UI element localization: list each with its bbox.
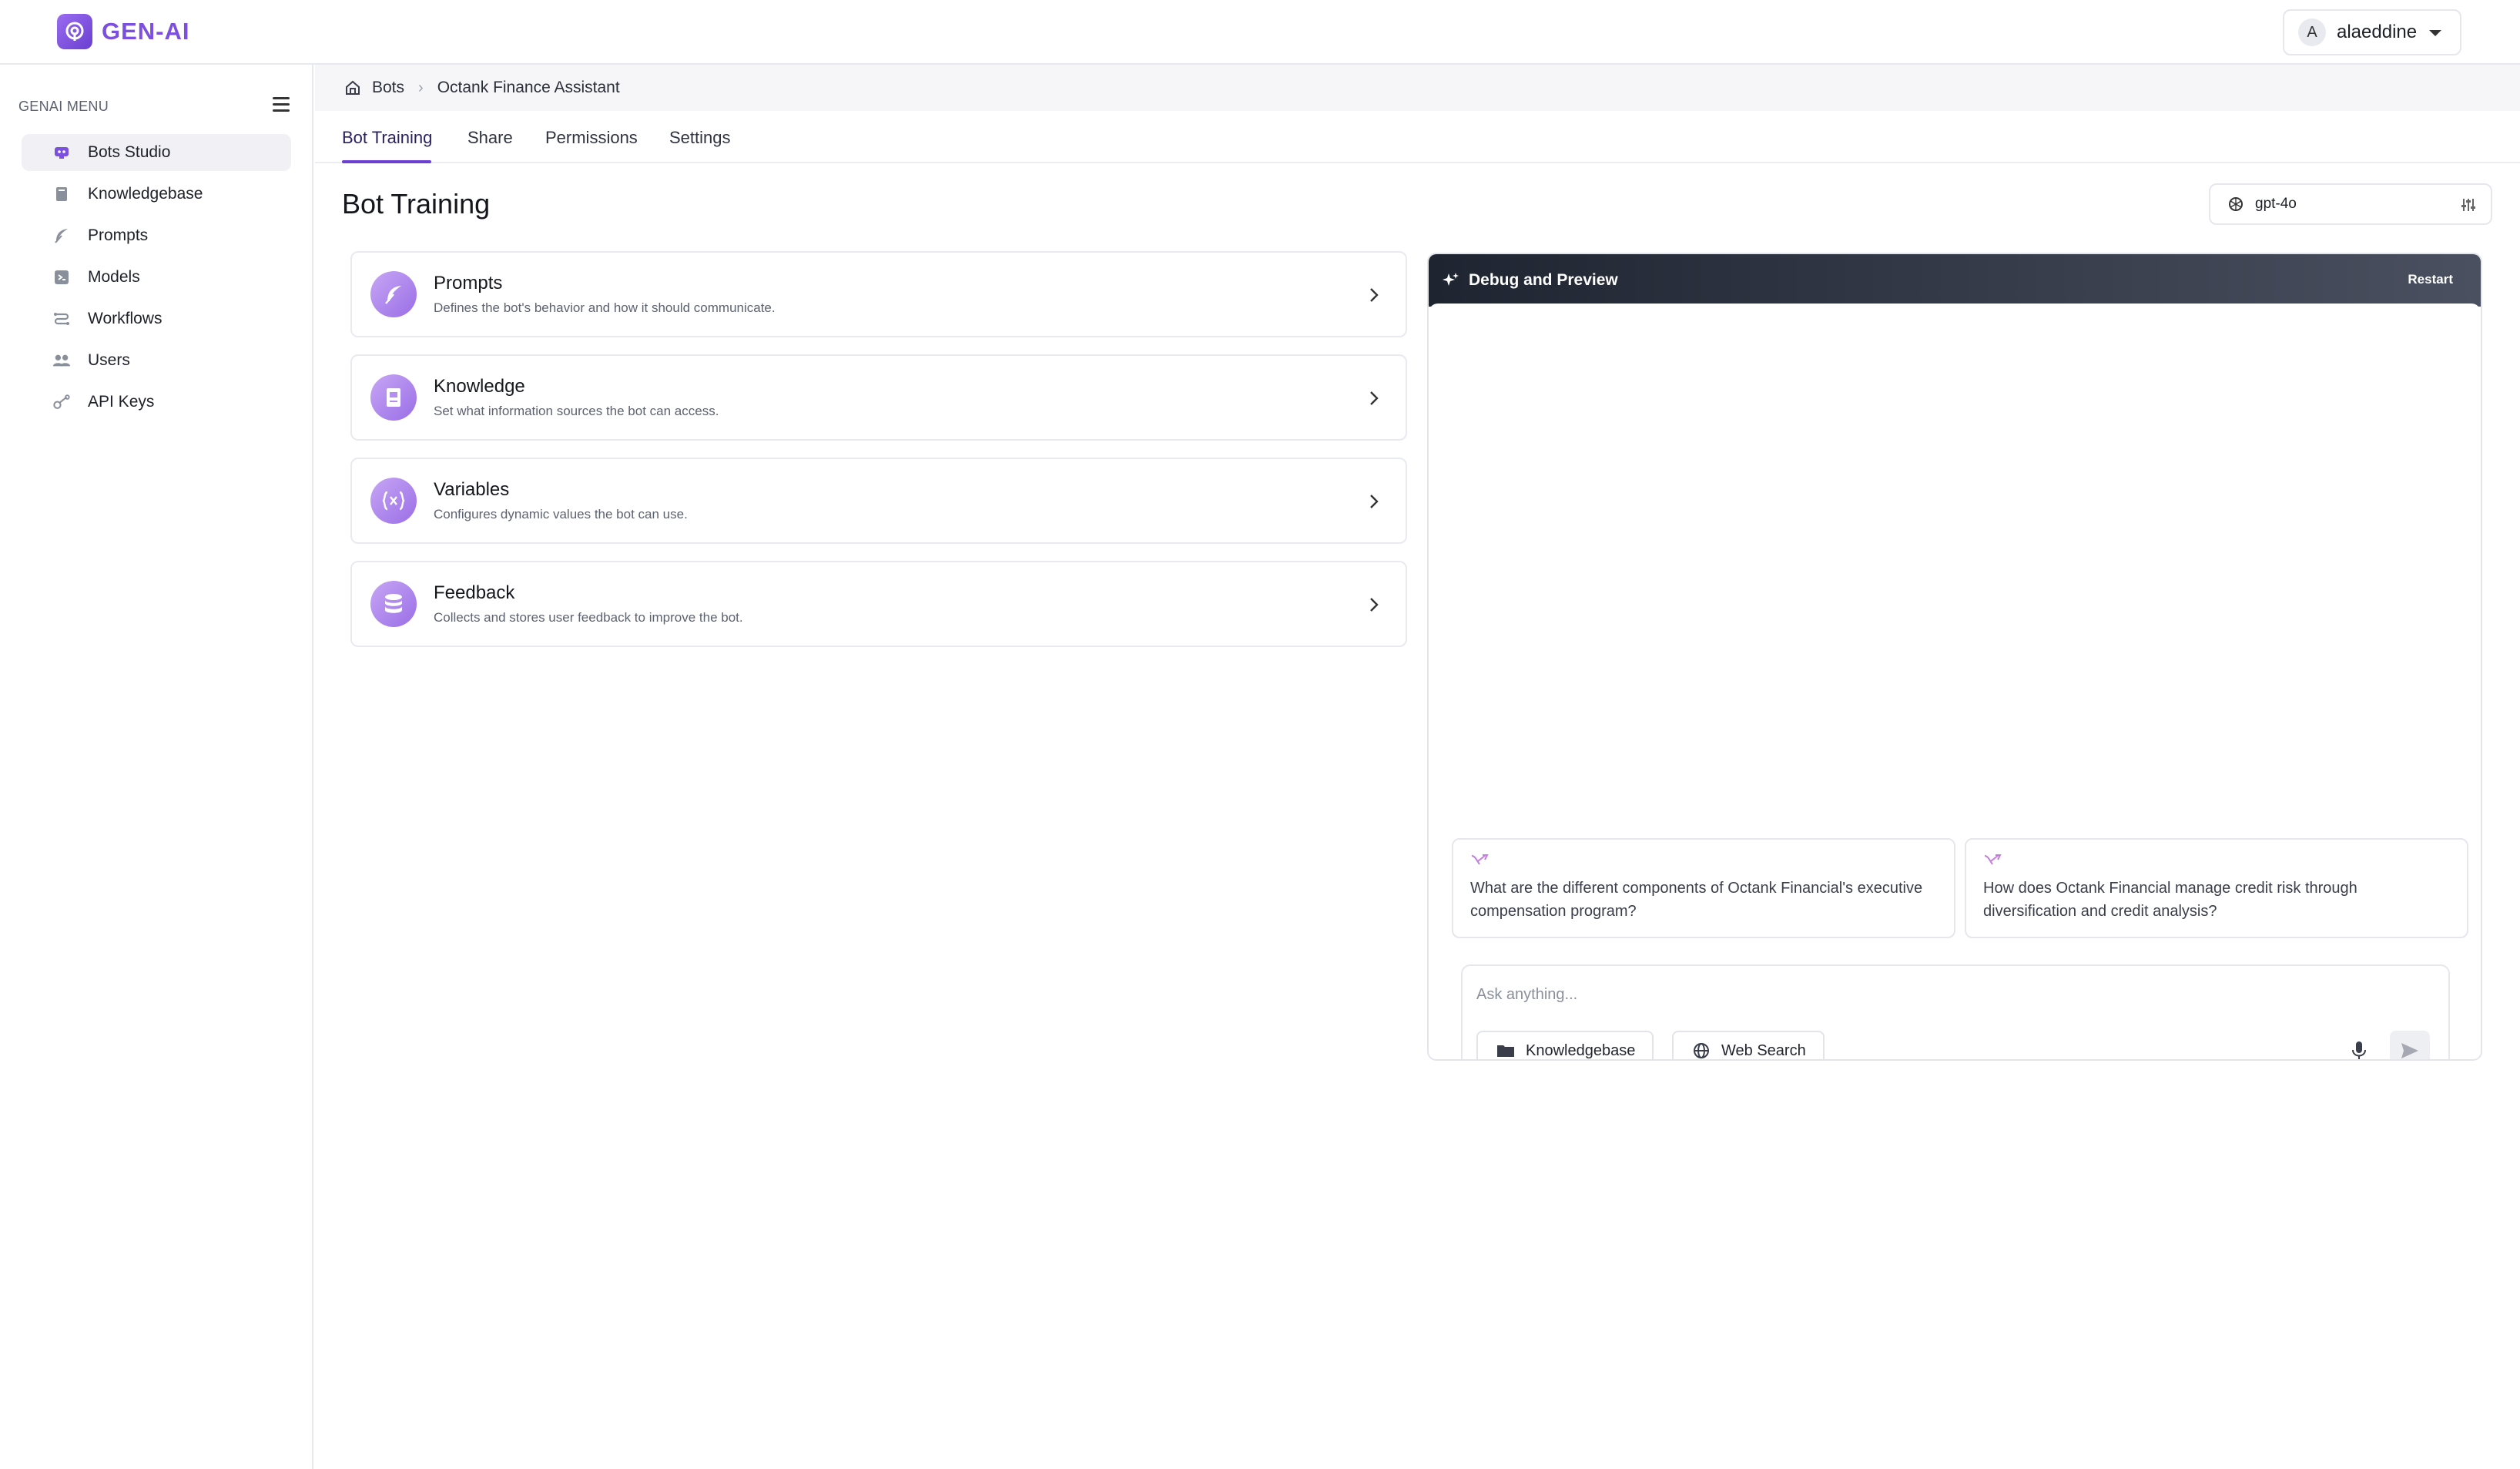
knowledgebase-toggle-button[interactable]: Knowledgebase — [1476, 1031, 1654, 1059]
tab-share[interactable]: Share — [467, 128, 513, 148]
card-description: Configures dynamic values the bot can us… — [434, 507, 688, 522]
book-icon — [52, 185, 71, 203]
card-description: Defines the bot's behavior and how it sh… — [434, 300, 776, 315]
sidebar-item-workflows[interactable]: Workflows — [22, 300, 291, 337]
chevron-right-icon: › — [418, 79, 424, 96]
model-icon — [52, 268, 71, 287]
debug-panel-title: Debug and Preview — [1469, 271, 1618, 289]
sidebar-item-label: API Keys — [88, 393, 155, 411]
suggestion-icon — [1983, 854, 2450, 867]
send-icon — [2400, 1041, 2420, 1059]
feather-icon — [370, 271, 417, 317]
sidebar-item-label: Models — [88, 268, 140, 286]
suggested-question[interactable]: How does Octank Financial manage credit … — [1965, 838, 2468, 938]
home-icon[interactable] — [344, 79, 361, 96]
page-title: Bot Training — [342, 188, 491, 220]
suggestion-text: How does Octank Financial manage credit … — [1983, 880, 2357, 920]
workflow-icon — [52, 310, 71, 328]
chevron-right-icon — [1369, 390, 1379, 411]
user-name: alaeddine — [2337, 22, 2418, 42]
ask-input[interactable] — [1476, 975, 2431, 1014]
sidebar-nav: Bots Studio Knowledgebase Prompts Models… — [22, 134, 291, 425]
sparkles-icon — [1443, 272, 1459, 289]
tab-bar: Bot Training Share Permissions Settings — [315, 111, 2520, 163]
bot-icon — [52, 143, 71, 162]
sidebar-item-label: Knowledgebase — [88, 185, 203, 203]
chip-label: Knowledgebase — [1526, 1041, 1636, 1059]
suggestion-icon — [1470, 854, 1937, 867]
active-tab-indicator — [342, 160, 431, 163]
breadcrumb-bots-link[interactable]: Bots — [372, 79, 404, 97]
sidebar-item-label: Bots Studio — [88, 143, 171, 161]
sidebar-item-label: Users — [88, 351, 130, 369]
hamburger-menu-icon[interactable] — [273, 97, 290, 112]
send-button[interactable] — [2390, 1031, 2430, 1059]
prompts-card[interactable]: Prompts Defines the bot's behavior and h… — [350, 251, 1407, 337]
variable-icon — [370, 478, 417, 524]
sidebar-item-api-keys[interactable]: API Keys — [22, 384, 291, 421]
card-title: Prompts — [434, 273, 503, 293]
folder-icon — [1496, 1043, 1515, 1058]
debug-panel-header: Debug and Preview Restart — [1429, 254, 2481, 307]
microphone-button[interactable] — [2341, 1031, 2378, 1059]
web-search-toggle-button[interactable]: Web Search — [1672, 1031, 1825, 1059]
chat-area: What are the different components of Oct… — [1429, 304, 2481, 1059]
breadcrumb-current: Octank Finance Assistant — [437, 79, 620, 96]
suggestion-text: What are the different components of Oct… — [1470, 880, 1923, 920]
knowledge-card[interactable]: Knowledge Set what information sources t… — [350, 354, 1407, 441]
model-select-value: gpt-4o — [2255, 196, 2297, 212]
sidebar-menu-title: GENAI MENU — [18, 99, 109, 114]
feedback-card[interactable]: Feedback Collects and stores user feedba… — [350, 561, 1407, 647]
sidebar: GENAI MENU Bots Studio Knowledgebase Pro… — [0, 65, 313, 1469]
sidebar-item-label: Prompts — [88, 226, 149, 244]
tab-permissions[interactable]: Permissions — [545, 128, 638, 148]
card-description: Set what information sources the bot can… — [434, 404, 719, 418]
variables-card[interactable]: Variables Configures dynamic values the … — [350, 458, 1407, 544]
chevron-right-icon — [1369, 493, 1379, 514]
globe-icon — [1692, 1041, 1711, 1059]
chevron-right-icon — [1369, 596, 1379, 617]
debug-preview-panel: Debug and Preview Restart What are the d… — [1427, 253, 2482, 1061]
card-title: Feedback — [434, 582, 515, 603]
top-header: GEN-AI A alaeddine — [0, 0, 2520, 65]
sidebar-item-knowledgebase[interactable]: Knowledgebase — [22, 176, 291, 213]
sidebar-item-prompts[interactable]: Prompts — [22, 217, 291, 254]
feather-icon — [52, 226, 71, 245]
chevron-right-icon — [1369, 287, 1379, 307]
sidebar-item-models[interactable]: Models — [22, 259, 291, 296]
sidebar-item-label: Workflows — [88, 310, 163, 327]
chip-label: Web Search — [1721, 1041, 1806, 1059]
app-logo[interactable]: GEN-AI — [57, 14, 190, 49]
database-icon — [370, 581, 417, 627]
microphone-icon — [2351, 1040, 2368, 1059]
card-title: Variables — [434, 479, 510, 500]
caret-down-icon — [2429, 30, 2441, 36]
chat-composer: Knowledgebase Web Search — [1461, 964, 2450, 1059]
logo-text: GEN-AI — [102, 18, 190, 45]
book-icon — [370, 374, 417, 421]
logo-icon — [57, 14, 92, 49]
model-select[interactable]: gpt-4o — [2209, 183, 2492, 225]
sidebar-item-bots-studio[interactable]: Bots Studio — [22, 134, 291, 171]
avatar: A — [2298, 18, 2326, 46]
user-menu-button[interactable]: A alaeddine — [2283, 9, 2461, 55]
sidebar-item-users[interactable]: Users — [22, 342, 291, 379]
tab-bot-training[interactable]: Bot Training — [342, 128, 432, 148]
breadcrumb: Bots › Octank Finance Assistant — [315, 65, 2520, 111]
key-icon — [52, 393, 71, 411]
restart-button[interactable]: Restart — [2408, 272, 2453, 287]
tab-settings[interactable]: Settings — [669, 128, 731, 148]
card-title: Knowledge — [434, 376, 525, 397]
card-description: Collects and stores user feedback to imp… — [434, 610, 743, 625]
suggested-question[interactable]: What are the different components of Oct… — [1452, 838, 1955, 938]
openai-icon — [2227, 196, 2244, 213]
sliders-icon[interactable] — [2460, 196, 2477, 217]
users-icon — [52, 351, 71, 370]
